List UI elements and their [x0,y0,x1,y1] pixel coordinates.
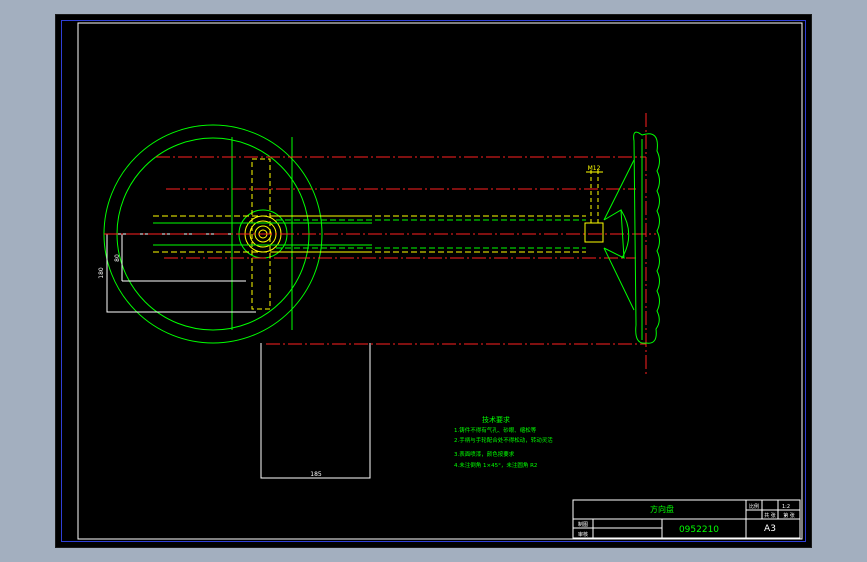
sheet-size: A3 [764,524,776,534]
drawing-number: 0952210 [679,525,719,535]
tech-notes: 技术要求 1.铸件不得有气孔、砂眼、缩松等 2.手柄与手轮配合处不得松动，转动灵… [454,415,553,469]
notes-line-3: 3.表面喷漆，颜色按要求 [454,450,515,458]
dim-left-inner: 80 [114,254,121,262]
dim-outline-left [106,233,256,313]
notes-line-4: 4.未注倒角 1×45°，未注圆角 R2 [454,461,537,469]
scale-value: 1:2 [782,504,790,510]
notes-line-1: 1.铸件不得有气孔、砂眼、缩松等 [454,426,537,434]
part-name: 方向盘 [650,504,674,514]
scale-label: 比例 [749,503,759,510]
sheet-count: 第 张 [783,512,795,519]
dim-outline-bottom [260,343,371,479]
drawing-canvas: M12 180 80 185 技术要求 1.铸件不得有气孔、砂眼、缩松等 2.手… [77,22,803,540]
cad-viewport[interactable]: M12 180 80 185 技术要求 1.铸件不得有气孔、砂眼、缩松等 2.手… [55,14,812,548]
spoke-cone [603,159,635,311]
notes-line-2: 2.手柄与手轮配合处不得松动，转动灵活 [454,436,553,444]
dim-bottom: 185 [310,471,322,478]
hub-boss [584,222,604,243]
rim-profile [633,131,660,344]
front-view [103,124,372,479]
notes-title: 技术要求 [482,415,510,424]
checked-label: 审核 [578,531,588,538]
sheet-label: 共 张 [764,512,776,519]
side-view: M12 [584,131,660,344]
dim-right-small: M12 [588,165,601,172]
dim-left-outer: 180 [98,267,105,279]
drawn-label: 制图 [578,521,588,528]
